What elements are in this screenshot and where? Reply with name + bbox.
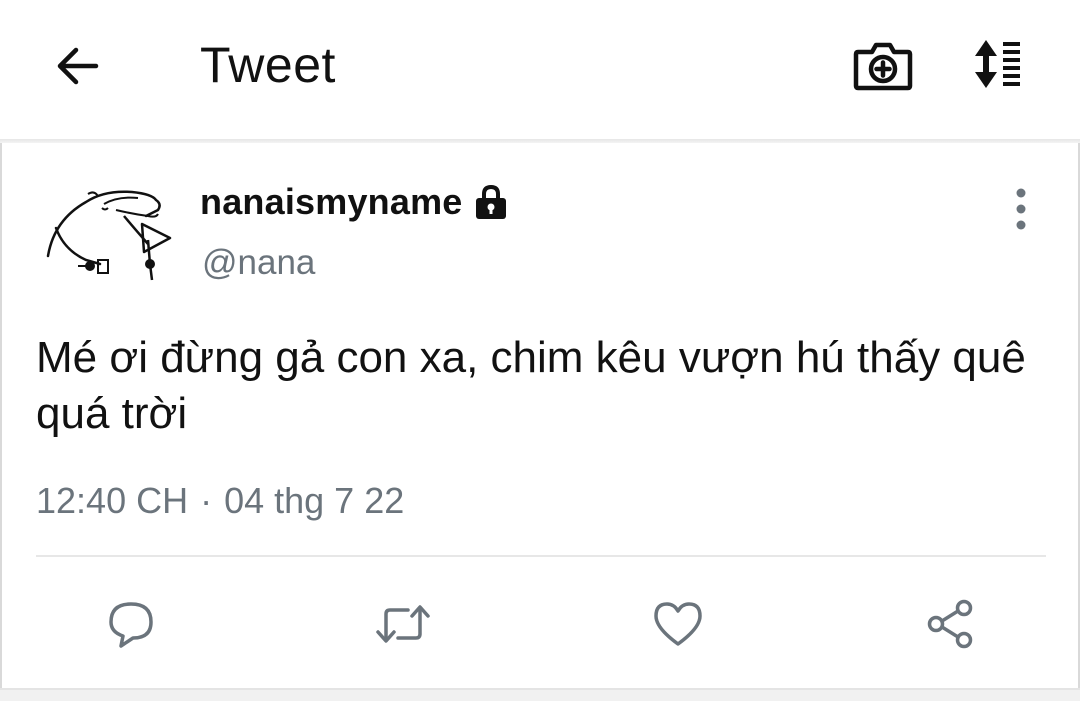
- tweet-text: Mé ơi đừng gả con xa, chim kêu vượn hú t…: [36, 333, 1026, 438]
- user-handle[interactable]: @nana: [202, 243, 315, 283]
- retweet-button[interactable]: [372, 596, 430, 652]
- heart-icon: [654, 602, 702, 646]
- avatar[interactable]: [38, 180, 188, 290]
- reply-icon: [109, 602, 153, 648]
- tweet-time: 12:40 CH: [36, 480, 189, 521]
- like-button[interactable]: [650, 596, 706, 652]
- camera-button[interactable]: [848, 36, 918, 96]
- sort-lines-icon: [975, 40, 1020, 88]
- retweet-icon: [376, 605, 430, 643]
- arrow-left-icon: [57, 47, 99, 85]
- more-options-button[interactable]: [1004, 184, 1038, 234]
- lock-icon: [471, 182, 511, 222]
- bottom-divider: [0, 688, 1080, 701]
- tweet-date[interactable]: 04 thg 7 22: [224, 480, 404, 522]
- content-divider: [36, 555, 1046, 557]
- timestamp-separator: ·: [200, 480, 213, 521]
- sort-button[interactable]: [972, 34, 1024, 94]
- page-title: Tweet: [200, 37, 336, 93]
- camera-plus-icon: [853, 42, 913, 91]
- author-row[interactable]: nanaismyname: [200, 180, 511, 224]
- back-button[interactable]: [48, 38, 108, 94]
- share-icon: [927, 599, 973, 649]
- top-app-bar: Tweet: [0, 0, 1080, 140]
- share-button[interactable]: [922, 596, 978, 652]
- tweet-timestamp: 12:40 CH · 04 thg 7 22: [36, 480, 404, 522]
- header-divider: [0, 139, 1080, 143]
- reply-button[interactable]: [103, 596, 159, 652]
- avatar-doodle-icon: [46, 190, 172, 281]
- more-vertical-icon: [1016, 188, 1026, 230]
- display-name[interactable]: nanaismyname: [200, 181, 463, 223]
